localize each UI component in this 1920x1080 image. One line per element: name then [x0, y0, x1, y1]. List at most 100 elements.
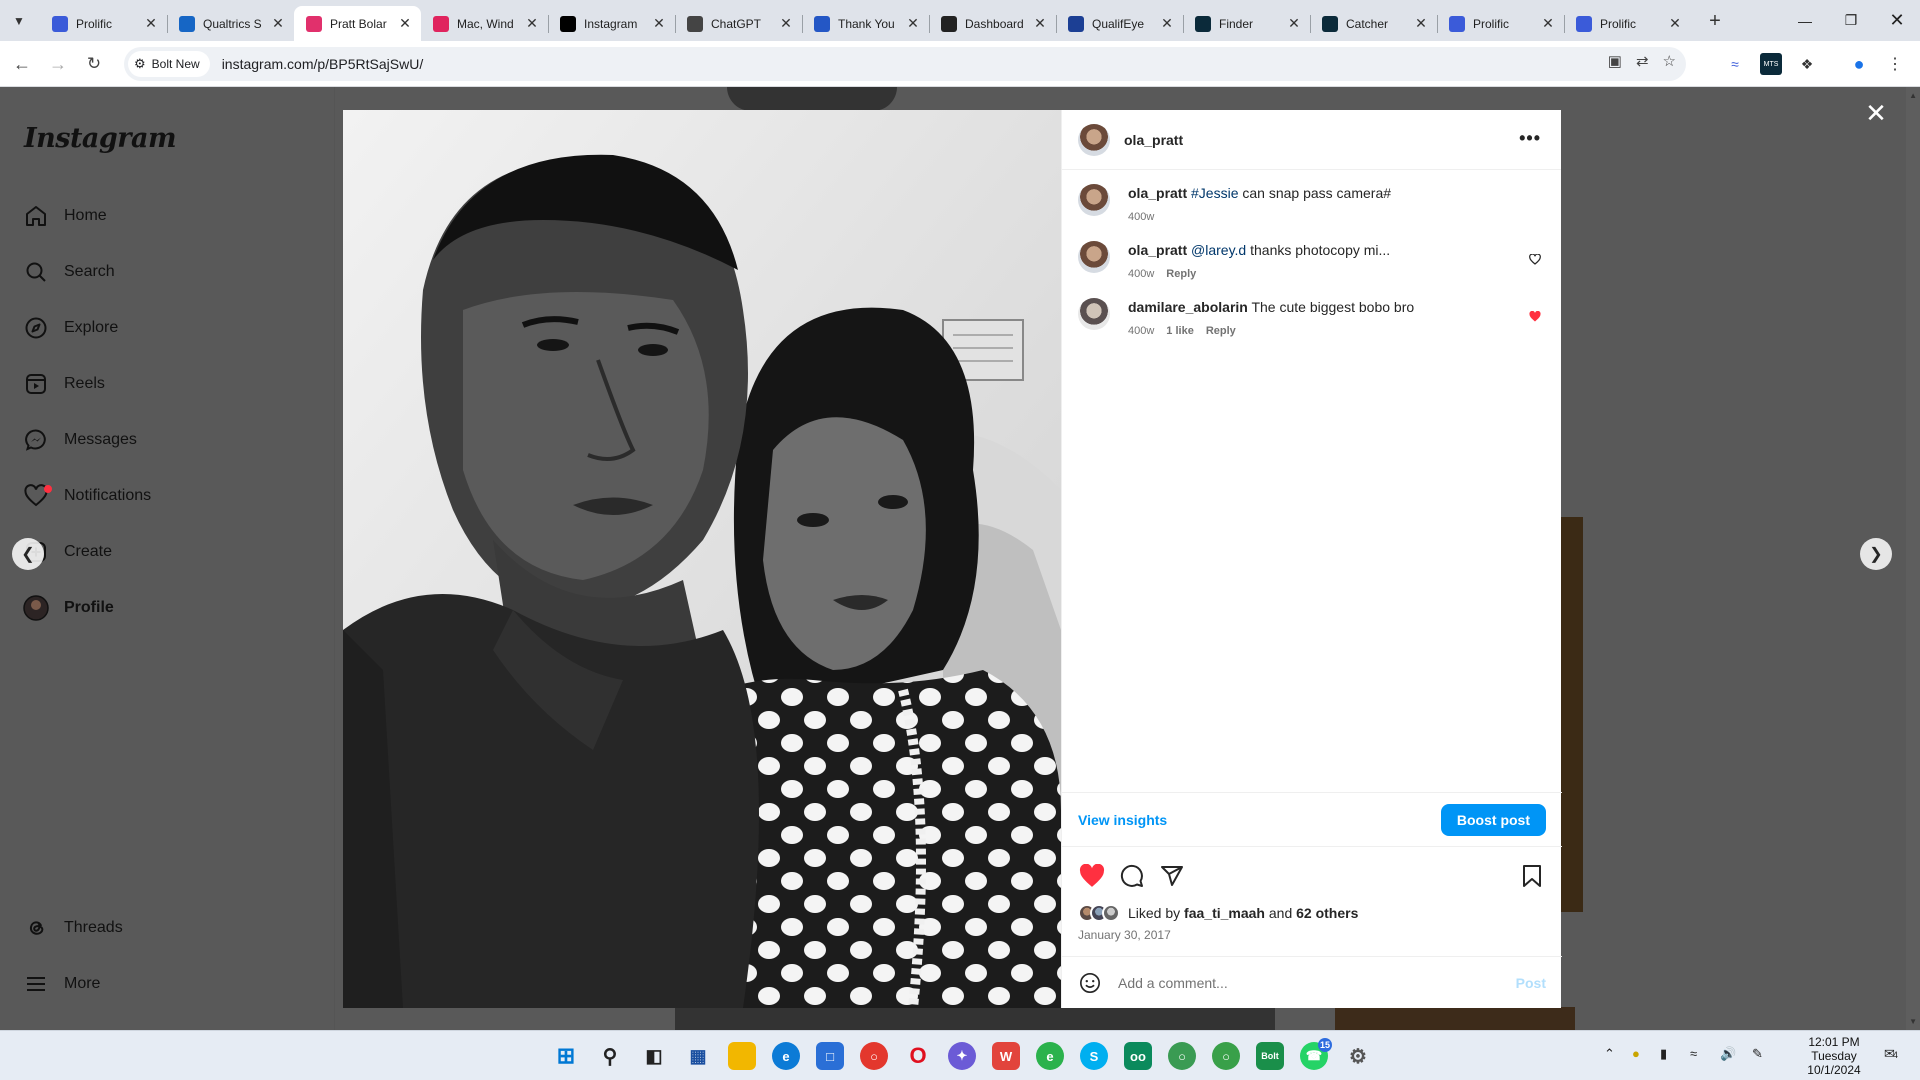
sidebar-item-reels[interactable]: Reels — [22, 367, 105, 401]
wifi-icon[interactable]: ≈ — [1690, 1046, 1697, 1061]
task-view-icon[interactable]: ◧ — [640, 1042, 668, 1070]
tab-close-icon[interactable]: ✕ — [1413, 15, 1429, 32]
sidebar-item-explore[interactable]: Explore — [22, 311, 118, 345]
view-insights-link[interactable]: View insights — [1078, 812, 1167, 828]
comment-mention-link[interactable]: @larey.d — [1191, 242, 1246, 258]
comment-username[interactable]: damilare_abolarin — [1128, 299, 1248, 315]
sidebar-item-profile[interactable]: Profile — [22, 591, 114, 625]
commenter-avatar[interactable] — [1078, 184, 1110, 216]
battery-icon[interactable]: ▮ — [1660, 1046, 1667, 1062]
forward-button[interactable]: → — [44, 50, 72, 78]
address-bar[interactable]: ⚙ Bolt New instagram.com/p/BP5RtSajSwU/ … — [124, 47, 1686, 81]
opera-icon[interactable]: O — [904, 1042, 932, 1070]
comment-icon[interactable] — [1118, 862, 1146, 890]
bookmark-star-icon[interactable]: ☆ — [1663, 52, 1676, 70]
taskbar-search-icon[interactable]: ⚲ — [596, 1042, 624, 1070]
sidebar-item-messages[interactable]: Messages — [22, 423, 137, 457]
app-oo-icon[interactable]: oo — [1124, 1042, 1152, 1070]
translate-icon[interactable]: ⇄ — [1636, 52, 1649, 70]
edge-icon[interactable]: e — [772, 1042, 800, 1070]
instagram-logo[interactable]: Instagram — [24, 123, 177, 154]
tab-close-icon[interactable]: ✕ — [778, 15, 794, 32]
tab-close-icon[interactable]: ✕ — [1032, 15, 1048, 32]
sidebar-item-search[interactable]: Search — [22, 255, 115, 289]
comment-like-heart-icon[interactable] — [1529, 253, 1541, 265]
install-app-icon[interactable]: ▣ — [1608, 52, 1622, 70]
more-options-icon[interactable]: ••• — [1519, 128, 1541, 149]
browser-menu-icon[interactable]: ⋮ — [1884, 53, 1906, 75]
browser-tab[interactable]: QualifEye ✕ — [1056, 6, 1183, 41]
show-hidden-icons-chevron[interactable]: ⌃ — [1604, 1046, 1615, 1062]
bolt-app-icon[interactable]: Bolt — [1256, 1042, 1284, 1070]
widgets-icon[interactable]: ▦ — [684, 1042, 712, 1070]
liked-by-user[interactable]: faa_ti_maah — [1184, 905, 1265, 921]
browser-tab[interactable]: Instagram ✕ — [548, 6, 675, 41]
commenter-avatar[interactable] — [1078, 241, 1110, 273]
new-tab-button[interactable]: + — [1702, 8, 1728, 34]
tab-close-icon[interactable]: ✕ — [397, 15, 413, 32]
browser-tab[interactable]: Mac, Wind ✕ — [421, 6, 548, 41]
liked-by-text[interactable]: Liked by faa_ti_maah and 62 others — [1128, 905, 1358, 921]
tab-close-icon[interactable]: ✕ — [1159, 15, 1175, 32]
prolific-extension-icon[interactable]: ≈ — [1724, 53, 1746, 75]
page-scrollbar[interactable]: ▲ ▼ — [1906, 87, 1920, 1030]
sidebar-item-home[interactable]: Home — [22, 199, 107, 233]
comment-like-heart-icon[interactable] — [1529, 310, 1541, 322]
scroll-down-arrow[interactable]: ▼ — [1909, 1017, 1917, 1026]
store-icon[interactable]: □ — [816, 1042, 844, 1070]
author-username[interactable]: ola_pratt — [1124, 132, 1183, 148]
tab-close-icon[interactable]: ✕ — [1540, 15, 1556, 32]
tab-close-icon[interactable]: ✕ — [143, 15, 159, 32]
minimize-button[interactable]: — — [1782, 0, 1828, 41]
copilot-icon[interactable]: ✦ — [948, 1042, 976, 1070]
browser-tab[interactable]: Prolific ✕ — [40, 6, 167, 41]
sidebar-item-more[interactable]: More — [22, 967, 100, 1001]
share-icon[interactable] — [1158, 862, 1186, 890]
close-window-button[interactable]: ✕ — [1874, 0, 1920, 41]
post-date[interactable]: January 30, 2017 — [1078, 928, 1171, 942]
browser-tab[interactable]: Qualtrics S ✕ — [167, 6, 294, 41]
sidebar-item-notifications[interactable]: Notifications — [22, 479, 151, 513]
file-explorer-icon[interactable] — [728, 1042, 756, 1070]
skype-icon[interactable]: S — [1080, 1042, 1108, 1070]
browser-tab[interactable]: Prolific ✕ — [1437, 6, 1564, 41]
wps-icon[interactable]: W — [992, 1042, 1020, 1070]
scroll-up-arrow[interactable]: ▲ — [1909, 91, 1917, 100]
notification-center-icon[interactable]: ✉4 — [1884, 1046, 1898, 1062]
post-photo[interactable] — [343, 110, 1061, 1008]
comment-mention-link[interactable]: #Jessie — [1191, 185, 1238, 201]
system-clock[interactable]: 12:01 PM Tuesday 10/1/2024 — [1790, 1035, 1878, 1077]
back-button[interactable]: ← — [8, 50, 36, 78]
reload-button[interactable]: ↻ — [80, 50, 108, 78]
liked-by-others[interactable]: 62 others — [1296, 905, 1358, 921]
next-post-arrow[interactable]: ❯ — [1860, 538, 1892, 570]
tab-close-icon[interactable]: ✕ — [651, 15, 667, 32]
tab-close-icon[interactable]: ✕ — [905, 15, 921, 32]
boost-post-button[interactable]: Boost post — [1440, 803, 1546, 836]
browser-tab[interactable]: Dashboard ✕ — [929, 6, 1056, 41]
profile-icon[interactable]: ● — [1848, 53, 1870, 75]
chrome-profile-2-icon[interactable]: ○ — [1212, 1042, 1240, 1070]
edge-green-icon[interactable]: e — [1036, 1042, 1064, 1070]
tab-close-icon[interactable]: ✕ — [1286, 15, 1302, 32]
browser-tab[interactable]: Prolific ✕ — [1564, 6, 1691, 41]
tab-close-icon[interactable]: ✕ — [524, 15, 540, 32]
previous-post-arrow[interactable]: ❮ — [12, 538, 44, 570]
tab-close-icon[interactable]: ✕ — [1667, 15, 1683, 32]
bolt-chip[interactable]: ⚙ Bolt New — [128, 51, 210, 77]
settings-gear-icon[interactable]: ⚙ — [1344, 1042, 1372, 1070]
reply-button[interactable]: Reply — [1206, 322, 1236, 340]
commenter-avatar[interactable] — [1078, 298, 1110, 330]
sidebar-item-threads[interactable]: Threads — [22, 911, 123, 945]
like-heart-icon[interactable] — [1078, 862, 1106, 890]
emoji-icon[interactable] — [1078, 971, 1102, 995]
volume-icon[interactable]: 🔊 — [1720, 1046, 1736, 1062]
browser-tab[interactable]: Pratt Bolar ✕ — [294, 6, 421, 41]
browser-tab[interactable]: Catcher ✕ — [1310, 6, 1437, 41]
tray-app-icon[interactable]: ● — [1632, 1046, 1640, 1061]
whatsapp-icon[interactable]: ☎ 15 — [1300, 1038, 1332, 1070]
tab-search-button[interactable]: ▼ — [6, 8, 32, 34]
url-text[interactable]: instagram.com/p/BP5RtSajSwU/ — [222, 56, 424, 72]
restore-button[interactable]: ❐ — [1828, 0, 1874, 41]
tab-close-icon[interactable]: ✕ — [270, 15, 286, 32]
